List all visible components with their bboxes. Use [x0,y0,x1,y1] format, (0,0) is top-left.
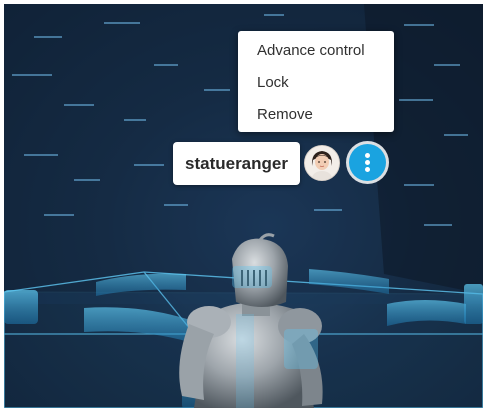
menu-item-advance-control[interactable]: Advance control [238,35,394,67]
person-icon [305,146,339,180]
username-label: statueranger [173,142,300,185]
user-avatar[interactable] [304,145,340,181]
more-options-button[interactable] [349,144,386,181]
menu-item-lock[interactable]: Lock [238,67,394,99]
menu-item-remove[interactable]: Remove [238,99,394,131]
ar-scene-viewport[interactable]: Advance control Lock Remove statueranger [4,4,483,408]
context-menu: Advance control Lock Remove [238,31,394,132]
